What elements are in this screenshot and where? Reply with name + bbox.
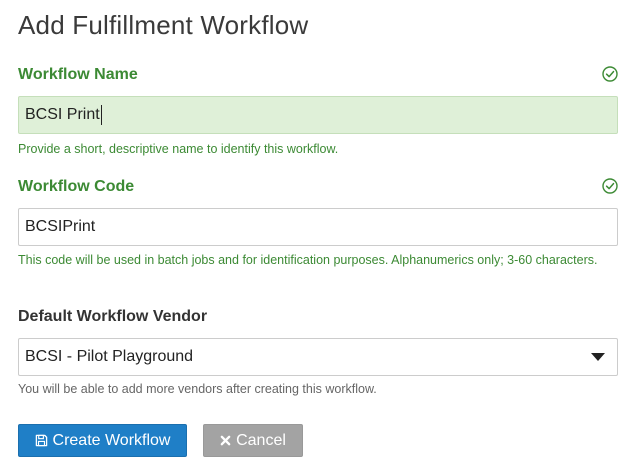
- caret-down-icon: [591, 353, 605, 361]
- workflow-code-value: BCSIPrint: [25, 218, 96, 235]
- workflow-code-label: Workflow Code: [18, 178, 135, 195]
- create-workflow-label: Create Workflow: [52, 431, 171, 449]
- workflow-name-value: BCSI Print: [25, 106, 100, 123]
- close-icon: [220, 435, 231, 446]
- cancel-button[interactable]: Cancel: [203, 424, 303, 457]
- check-circle-icon: [602, 178, 618, 194]
- vendor-label: Default Workflow Vendor: [18, 308, 208, 325]
- cancel-label: Cancel: [236, 431, 286, 449]
- workflow-code-help: This code will be used in batch jobs and…: [18, 253, 598, 267]
- workflow-name-input[interactable]: BCSI Print: [18, 96, 618, 134]
- vendor-help: You will be able to add more vendors aft…: [18, 382, 377, 396]
- save-icon: [35, 434, 48, 447]
- workflow-name-help: Provide a short, descriptive name to ide…: [18, 142, 339, 156]
- text-caret: [100, 105, 102, 125]
- vendor-select[interactable]: BCSI - Pilot Playground: [18, 338, 618, 376]
- vendor-selected-value: BCSI - Pilot Playground: [25, 348, 194, 365]
- workflow-name-label: Workflow Name: [18, 66, 138, 83]
- page-title: Add Fulfillment Workflow: [18, 10, 309, 40]
- create-workflow-button[interactable]: Create Workflow: [18, 424, 187, 457]
- check-circle-icon: [602, 66, 618, 82]
- workflow-code-input[interactable]: BCSIPrint: [18, 208, 618, 246]
